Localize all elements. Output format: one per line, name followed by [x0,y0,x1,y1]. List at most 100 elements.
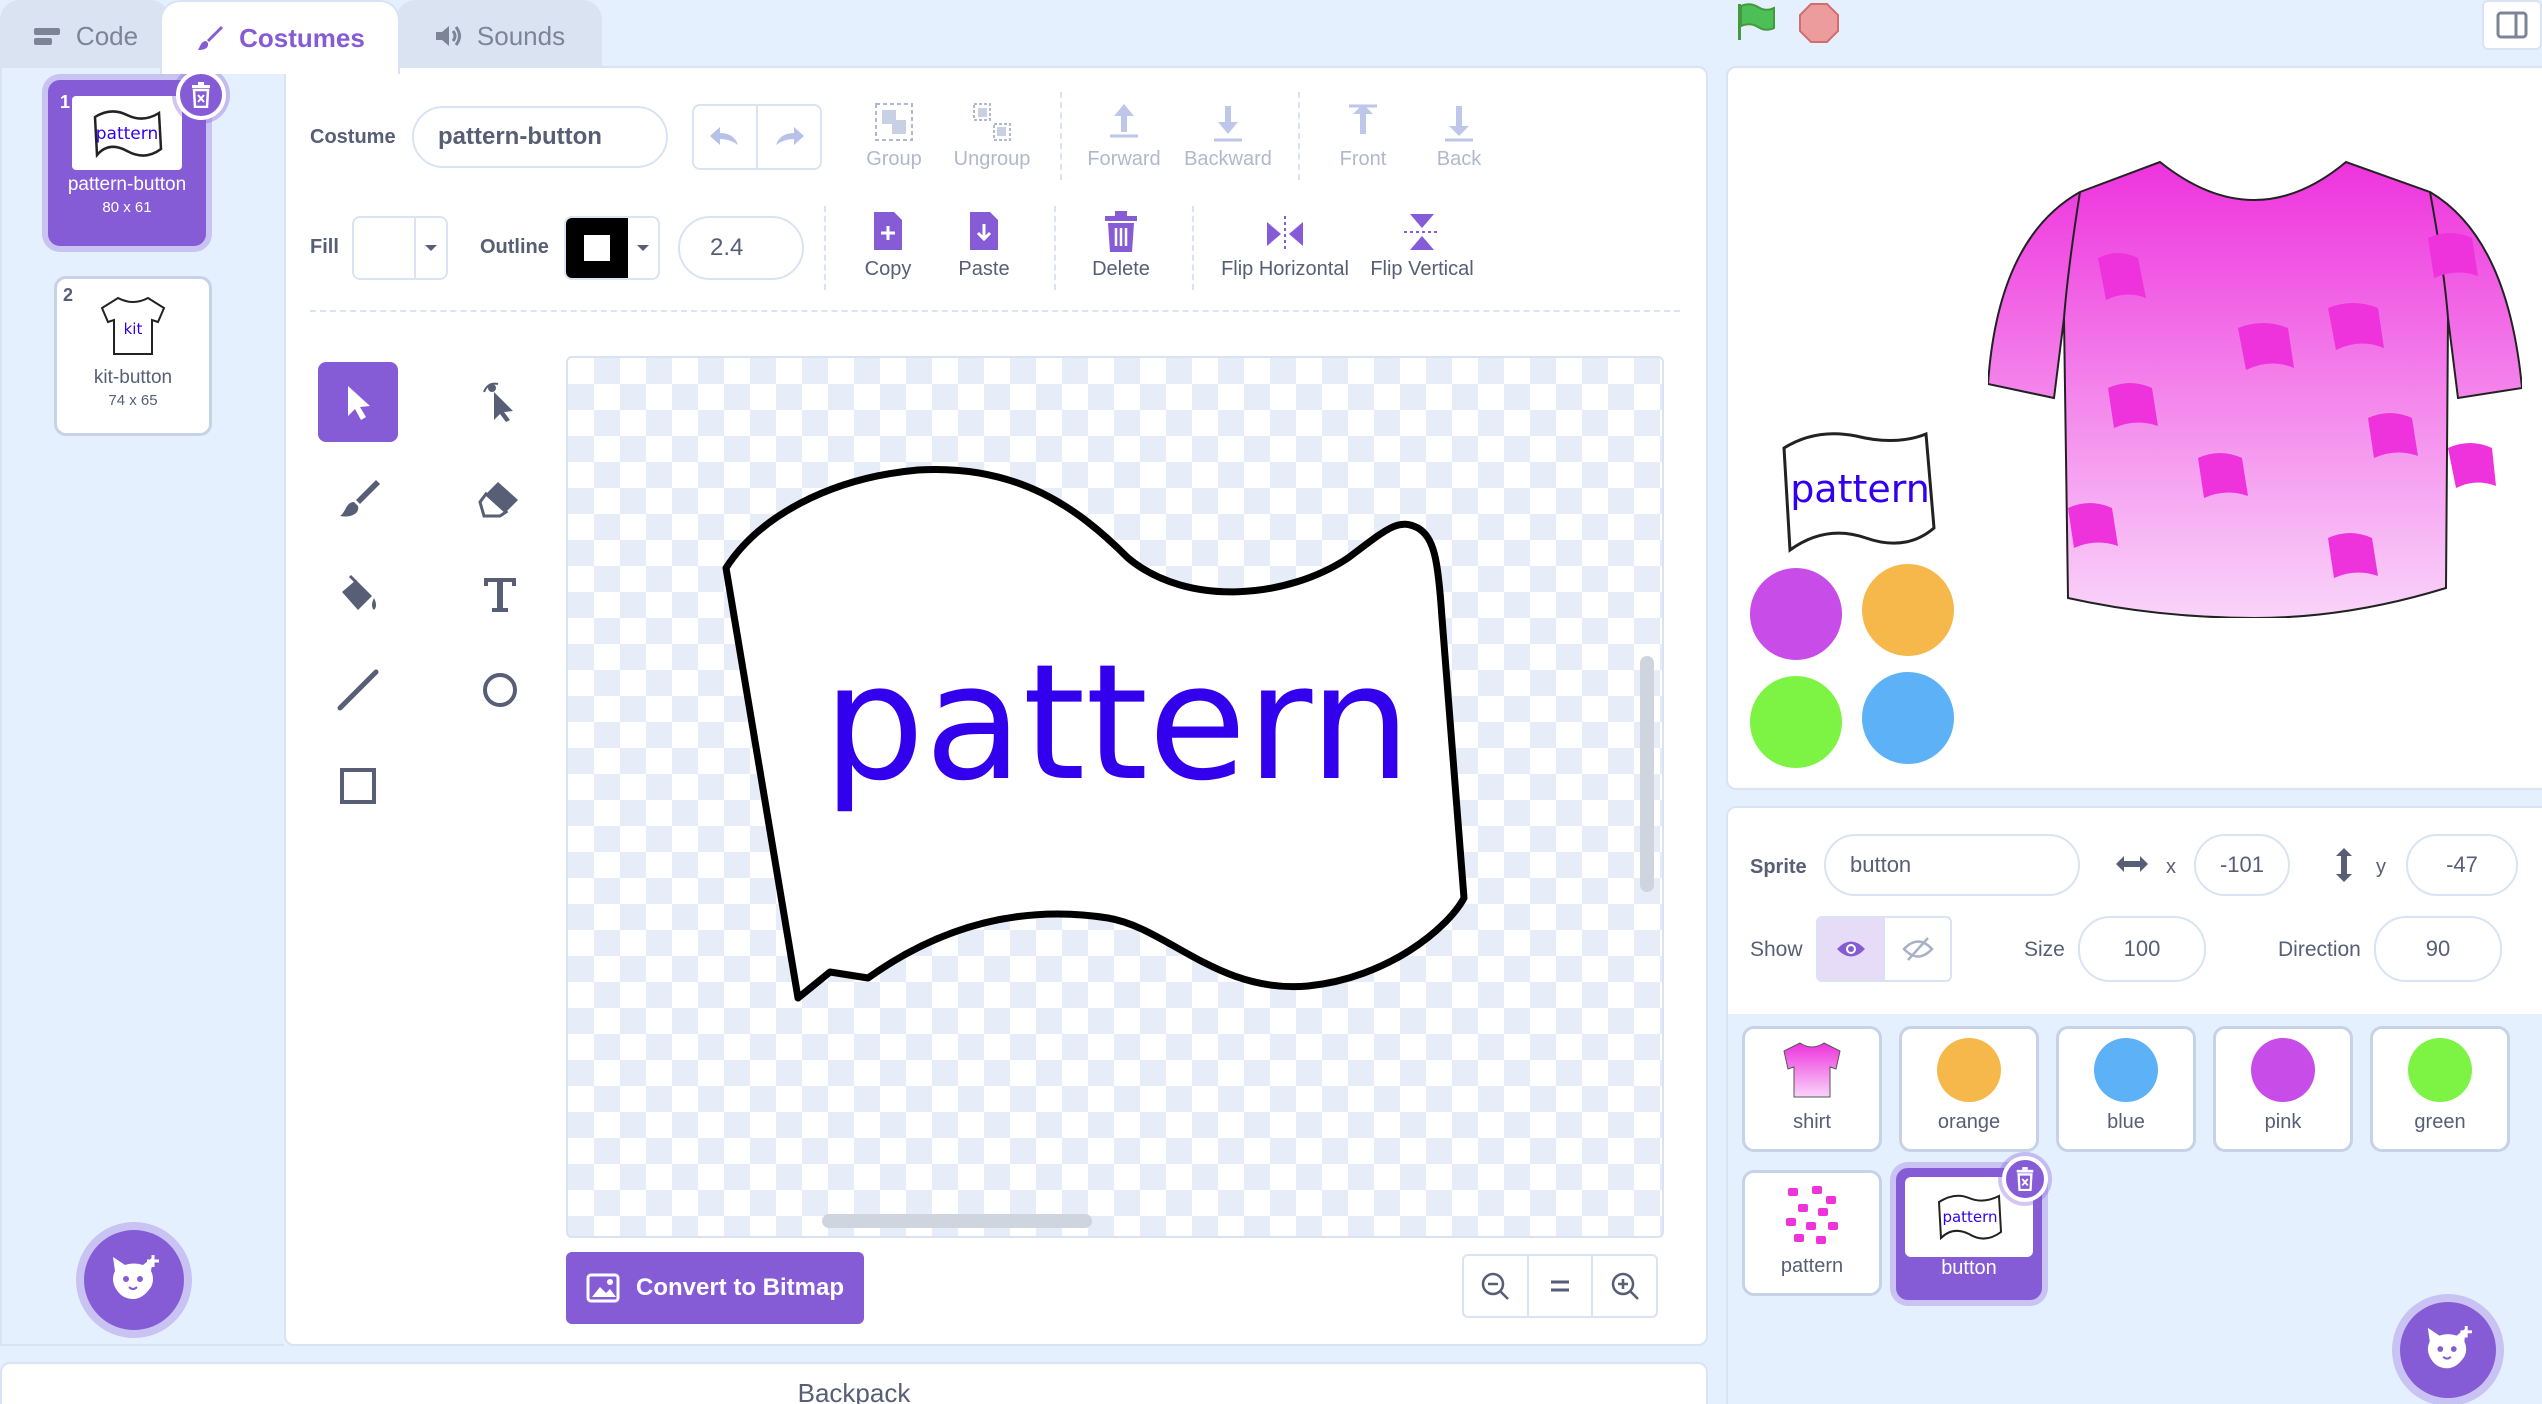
pattern-thumbnail [1745,1173,1879,1255]
stage[interactable]: pattern [1726,66,2542,790]
layout-toggle-icon[interactable] [2482,0,2542,50]
sprite-name: shirt [1793,1111,1831,1133]
green-flag-icon[interactable] [1734,2,1778,42]
zoom-reset-button[interactable] [1529,1256,1594,1316]
hide-sprite-button[interactable] [1885,918,1950,980]
back-icon [1445,106,1473,142]
costume-name-input[interactable]: pattern-button [412,106,668,168]
chevron-down-icon [416,218,446,278]
stop-icon[interactable] [1798,2,1840,44]
costume-name: pattern-button [67,174,187,195]
x-arrows-icon [2114,850,2150,878]
pink-sprite[interactable] [1750,568,1842,660]
flip-horizontal-label: Flip Horizontal [1221,258,1349,280]
button-thumb-text: pattern [1942,1208,1997,1226]
sprite-item-blue[interactable]: blue [2056,1026,2196,1152]
x-label: x [2166,856,2176,878]
sprite-item-orange[interactable]: orange [1899,1026,2039,1152]
blue-circle-thumbnail [2094,1038,2158,1102]
zoom-in-button[interactable] [1593,1256,1656,1316]
group-button[interactable]: Group [862,100,926,171]
size-value: 100 [2123,936,2161,961]
zoom-out-button[interactable] [1464,1256,1529,1316]
sprite-item-pink[interactable]: pink [2213,1026,2353,1152]
eraser-tool[interactable] [460,458,540,538]
y-position-input[interactable]: -47 [2406,834,2518,896]
speaker-icon [433,23,463,49]
image-icon [586,1273,620,1303]
text-tool[interactable] [460,554,540,634]
choose-costume-button[interactable] [84,1230,184,1330]
ungroup-label: Ungroup [953,148,1031,170]
forward-button[interactable]: Forward [1084,100,1164,171]
horizontal-scrollbar[interactable] [822,1214,1092,1228]
convert-to-bitmap-button[interactable]: Convert to Bitmap [566,1252,864,1324]
sprite-name: button [1941,1257,1997,1279]
brush-icon [340,480,380,517]
tab-costumes-label: Costumes [239,22,365,53]
fill-swatch [354,218,416,278]
fill-color-picker[interactable] [352,216,448,280]
outline-color-picker[interactable] [564,216,660,280]
back-button[interactable]: Back [1428,100,1490,171]
delete-costume-button[interactable] [176,70,226,120]
paste-icon [970,212,998,250]
rectangle-tool[interactable] [318,746,398,826]
costume-name-label: Costume [310,126,396,148]
choose-sprite-button[interactable] [2400,1302,2496,1398]
paintbrush-icon [195,23,225,53]
backward-button[interactable]: Backward [1180,100,1276,171]
drawing-canvas[interactable]: pattern [566,356,1664,1238]
green-sprite[interactable] [1750,676,1842,768]
ungroup-icon [973,103,1011,141]
direction-input[interactable]: 90 [2374,916,2502,982]
green-circle-thumbnail [2408,1038,2472,1102]
show-sprite-button[interactable] [1818,918,1885,980]
backpack-panel[interactable]: Backpack [0,1362,1708,1404]
select-tool[interactable] [318,362,398,442]
sprite-name-input[interactable]: button [1824,834,2080,896]
redo-button[interactable] [758,106,820,168]
costume-item-2[interactable]: 2 kit kit-button 74 x 65 [54,276,212,436]
orange-sprite[interactable] [1862,564,1954,656]
flip-vertical-button[interactable]: Flip Vertical [1366,210,1478,281]
sprite-item-green[interactable]: green [2370,1026,2510,1152]
direction-label: Direction [2278,938,2361,961]
tab-sounds[interactable]: Sounds [396,0,602,70]
shirt-thumbnail [1745,1029,1879,1111]
reshape-tool[interactable] [460,362,540,442]
tab-code[interactable]: Code [0,0,170,70]
fill-tool[interactable] [318,554,398,634]
costume-number: 2 [63,285,74,305]
button-sprite[interactable]: pattern [1776,428,1946,558]
costume-list [0,66,284,1346]
x-position-input[interactable]: -101 [2194,834,2290,896]
flip-vertical-label: Flip Vertical [1370,258,1474,280]
sprite-name: orange [1937,1111,2001,1133]
ungroup-button[interactable]: Ungroup [952,100,1032,171]
outline-label: Outline [480,236,549,258]
delete-button[interactable]: Delete [1086,210,1156,281]
paste-button[interactable]: Paste [952,210,1016,281]
line-tool[interactable] [318,650,398,730]
undo-button[interactable] [694,106,758,168]
sprite-item-pattern[interactable]: pattern [1742,1170,1882,1296]
vertical-scrollbar[interactable] [1640,656,1654,892]
front-button[interactable]: Front [1330,100,1396,171]
size-label: Size [2024,938,2065,961]
flip-horizontal-button[interactable]: Flip Horizontal [1220,214,1350,281]
costume-name: kit-button [93,367,173,388]
blue-sprite[interactable] [1862,672,1954,764]
undo-icon [710,127,738,145]
delete-sprite-button[interactable] [2002,1156,2048,1202]
outline-width-input[interactable]: 2.4 [678,216,804,280]
circle-tool[interactable] [460,650,540,730]
copy-button[interactable]: Copy [856,210,920,281]
cat-add-icon [2427,1326,2472,1369]
sprite-item-shirt[interactable]: shirt [1742,1026,1882,1152]
tab-costumes[interactable]: Costumes [160,0,400,74]
orange-circle-thumbnail [1937,1038,2001,1102]
size-input[interactable]: 100 [2078,916,2206,982]
brush-tool[interactable] [318,458,398,538]
eye-icon [1836,941,1865,957]
